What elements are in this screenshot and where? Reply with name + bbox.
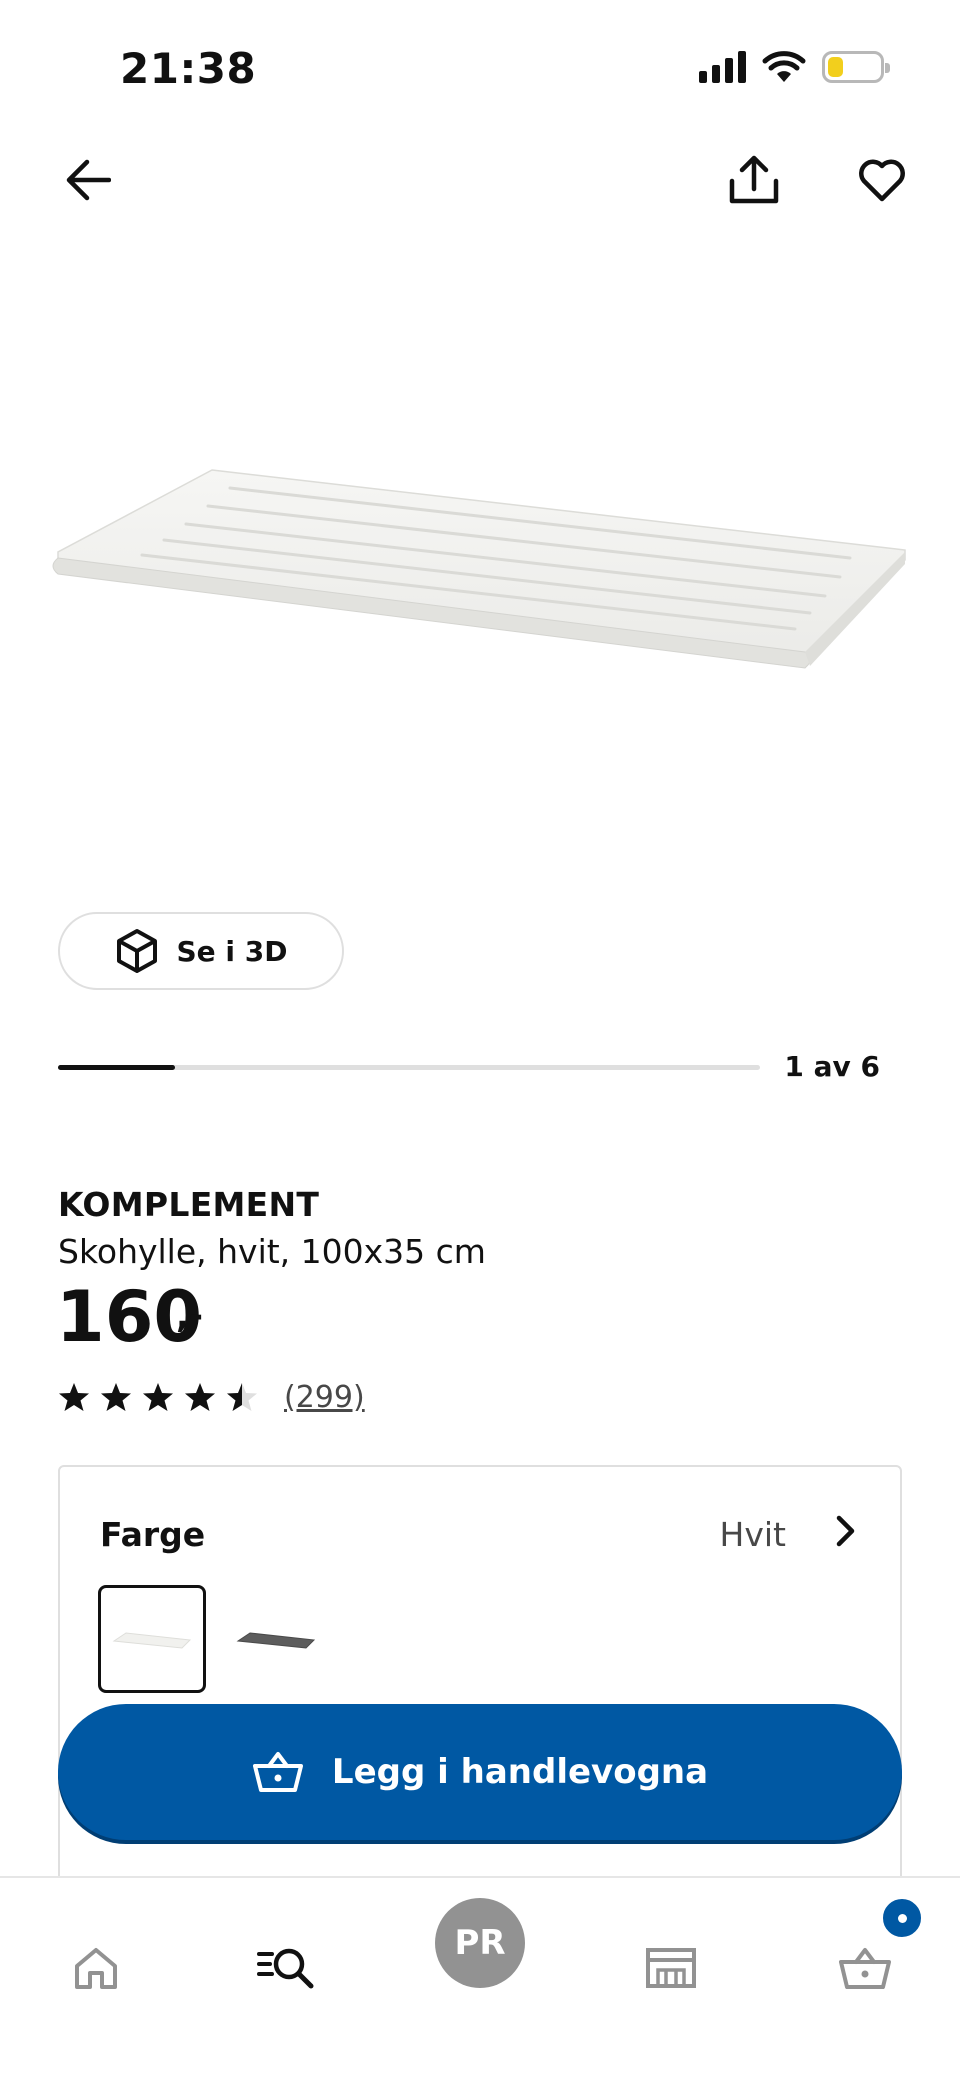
arrow-left-icon xyxy=(66,159,111,201)
nav-search[interactable] xyxy=(236,1918,336,2018)
favorite-button[interactable] xyxy=(846,144,918,216)
add-to-cart-label: Legg i handlevogna xyxy=(331,1752,709,1792)
gallery-progress xyxy=(58,1065,760,1070)
cart-icon xyxy=(839,1948,891,1989)
star-icon xyxy=(101,1383,131,1411)
review-count-link[interactable]: (299) xyxy=(284,1380,365,1415)
product-name: KOMPLEMENT xyxy=(58,1185,320,1224)
view-3d-button[interactable]: Se i 3D xyxy=(58,912,344,990)
share-button[interactable] xyxy=(718,144,790,216)
store-icon xyxy=(646,1948,696,1988)
battery-icon xyxy=(822,51,890,83)
rating-stars xyxy=(58,1381,258,1413)
basket-icon xyxy=(252,1752,303,1792)
chevron-right-icon xyxy=(836,1515,855,1547)
status-icons xyxy=(699,50,890,84)
back-button[interactable] xyxy=(52,144,124,216)
gallery-position: 1 av 6 xyxy=(784,1050,880,1083)
heart-icon xyxy=(859,159,905,202)
white-shelf-thumbnail xyxy=(112,1632,192,1649)
status-time: 21:38 xyxy=(120,44,257,93)
product-image[interactable] xyxy=(50,440,920,680)
star-icon xyxy=(59,1383,89,1411)
cart-badge xyxy=(880,1896,924,1940)
bottom-nav: PR xyxy=(0,1876,960,2081)
search-icon xyxy=(257,1948,314,1989)
profile-avatar[interactable]: PR xyxy=(435,1898,525,1988)
color-label: Farge xyxy=(100,1515,206,1554)
cube-icon xyxy=(116,929,157,973)
top-nav xyxy=(0,140,960,230)
dark-grey-shelf-thumbnail xyxy=(236,1632,316,1649)
color-selected-value[interactable]: Hvit xyxy=(720,1515,786,1554)
rating-row[interactable]: (299) xyxy=(58,1377,365,1417)
gallery-progress-fill xyxy=(58,1065,175,1070)
star-icon xyxy=(143,1383,173,1411)
color-swatch-white[interactable] xyxy=(98,1585,206,1693)
nav-store[interactable] xyxy=(621,1918,721,2018)
wifi-icon xyxy=(762,51,806,82)
view-3d-label: Se i 3D xyxy=(176,934,288,968)
add-to-cart-button[interactable]: Legg i handlevogna xyxy=(58,1704,902,1840)
price-suffix: ,- xyxy=(176,1296,204,1336)
product-description: Skohylle, hvit, 100x35 cm xyxy=(58,1232,486,1271)
star-icon xyxy=(185,1383,215,1411)
home-icon xyxy=(75,1948,117,1989)
color-swatch-dark-grey[interactable] xyxy=(222,1585,330,1693)
status-bar: 21:38 xyxy=(0,0,960,140)
color-chevron-button[interactable] xyxy=(826,1511,866,1551)
share-icon xyxy=(729,155,779,204)
star-icon xyxy=(227,1383,257,1411)
nav-home[interactable] xyxy=(46,1918,146,2018)
signal-icon xyxy=(699,51,746,83)
